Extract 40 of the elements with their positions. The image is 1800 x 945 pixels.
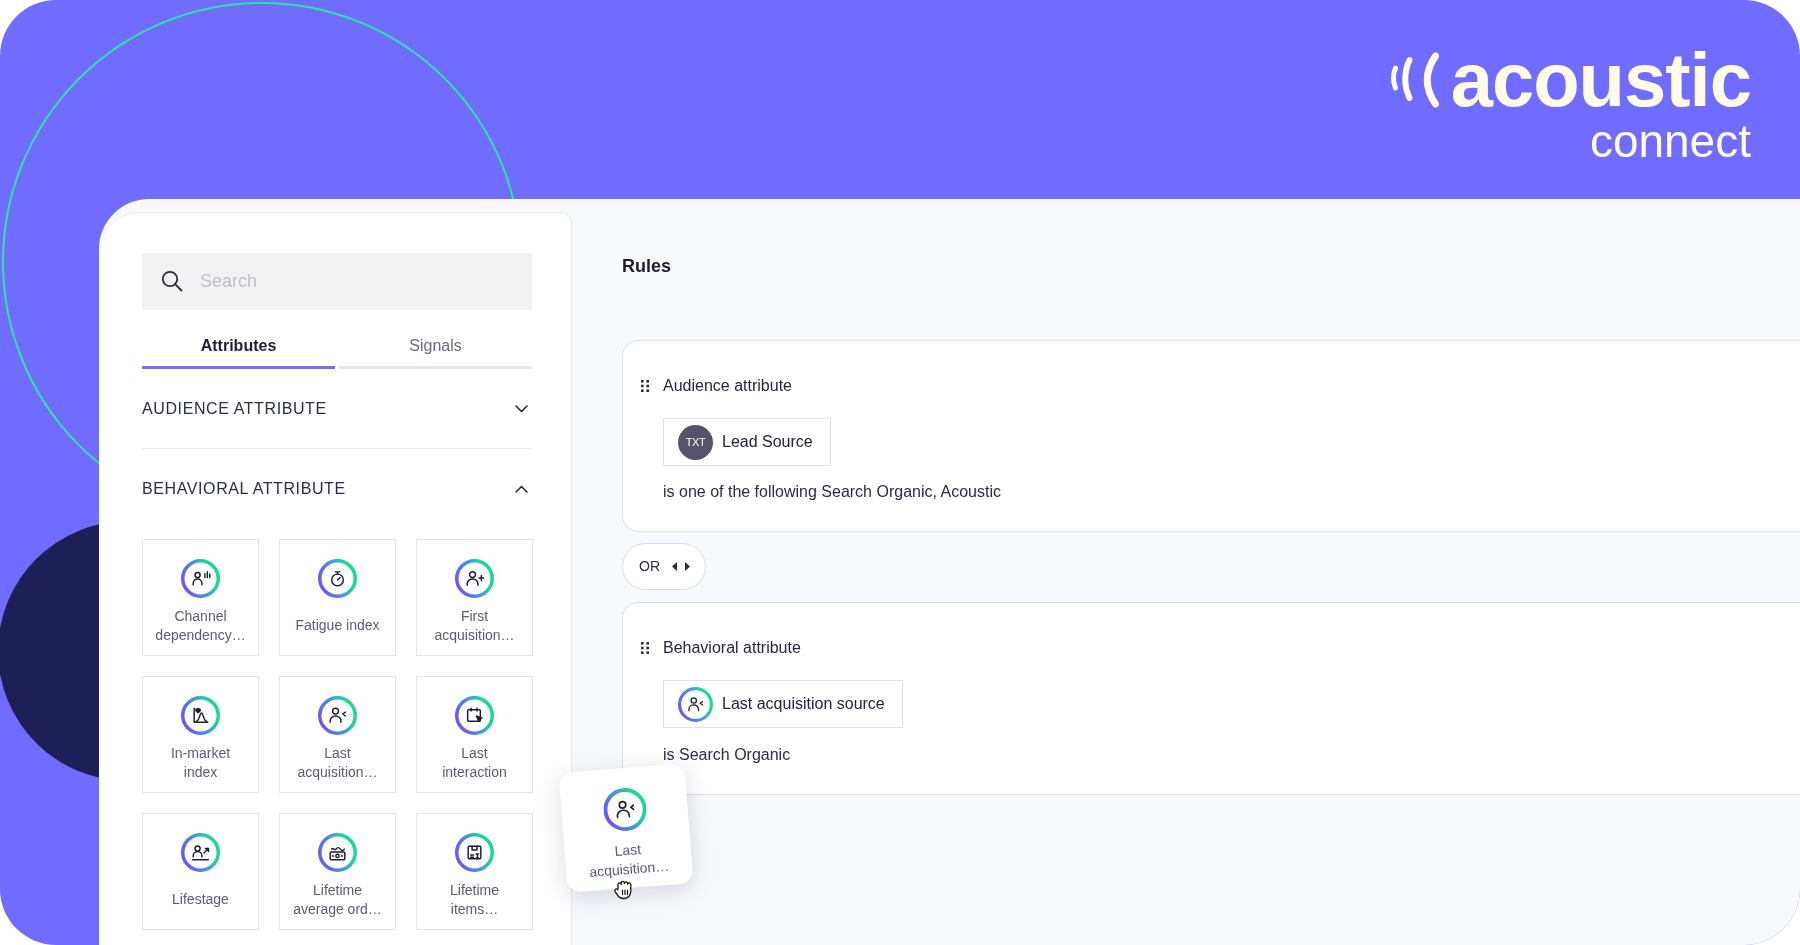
person-chevron-icon: [318, 696, 357, 735]
person-plus-icon: [455, 559, 494, 598]
rule-heading: Behavioral attribute: [663, 638, 801, 658]
brand-wordmark: acoustic: [1450, 42, 1751, 118]
heart-curve-icon: [181, 696, 220, 735]
drag-handle-icon[interactable]: [641, 380, 649, 392]
attribute-tile[interactable]: Lifetime items…: [416, 813, 533, 930]
attribute-tile[interactable]: Lifestage: [142, 813, 259, 930]
attribute-name: Lead Source: [722, 432, 813, 452]
sound-wave-icon: [1389, 52, 1442, 108]
person-chevron-icon: [678, 686, 713, 722]
attribute-tile[interactable]: Lifetime average ord…: [279, 813, 396, 930]
caret-right-icon: [685, 562, 690, 571]
person-bars-icon: [181, 559, 220, 598]
attribute-tile[interactable]: Last acquisition…: [279, 676, 396, 793]
banknote-icon: [318, 833, 357, 872]
attribute-tile[interactable]: In-market index: [142, 676, 259, 793]
attribute-name: Last acquisition source: [722, 694, 885, 714]
search-icon: [161, 270, 183, 292]
type-badge: TXT: [678, 424, 713, 460]
calendar-cursor-icon: [455, 696, 494, 735]
stopwatch-icon: [318, 559, 357, 598]
attribute-tile[interactable]: Channel dependency…: [142, 539, 259, 656]
product-name: connect: [1589, 118, 1751, 164]
rule-condition: is Search Organic: [663, 744, 792, 765]
drag-handle-icon[interactable]: [641, 642, 649, 654]
box-icon: [455, 833, 494, 872]
rule-condition: is one of the following Search Organic, Acoustic: [663, 482, 1002, 502]
caret-left-icon: [672, 562, 677, 571]
tab[interactable]: Attributes: [142, 325, 335, 369]
attribute-tile[interactable]: Fatigue index: [279, 539, 396, 656]
attribute-tile[interactable]: Last interaction: [416, 676, 533, 793]
rule-heading: Audience attribute: [663, 376, 792, 396]
tab[interactable]: Signals: [339, 325, 532, 369]
attribute-tile[interactable]: First acquisition…: [416, 539, 533, 656]
person-chevron-icon: [601, 786, 648, 833]
rules-heading: Rules: [622, 255, 673, 277]
section-header[interactable]: BEHAVIORAL ATTRIBUTE: [142, 449, 532, 529]
section-header[interactable]: AUDIENCE ATTRIBUTE: [142, 369, 532, 449]
operator-toggle[interactable]: OR: [622, 543, 706, 590]
